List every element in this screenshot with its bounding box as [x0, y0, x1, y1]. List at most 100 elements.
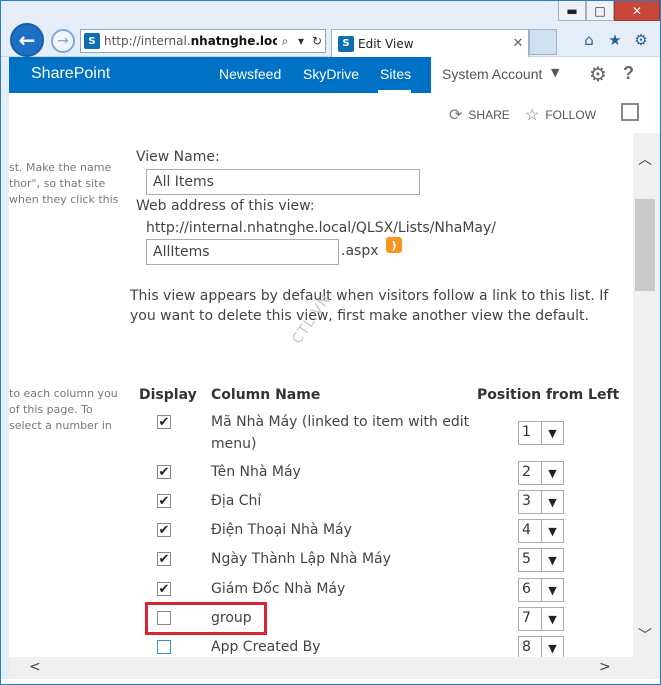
chevron-down-icon[interactable]: ▼	[541, 579, 563, 601]
display-header: Display	[139, 387, 197, 403]
follow-button[interactable]: ☆ FOLLOW	[525, 105, 596, 125]
edit-view-form: st. Make the name thor", so that site wh…	[9, 133, 633, 657]
position-value: 8	[522, 639, 531, 655]
rss-icon[interactable]: )	[386, 237, 402, 253]
sharepoint-brand[interactable]: SharePoint	[31, 65, 110, 83]
refresh-icon[interactable]: ↻	[309, 34, 325, 48]
web-address-url: http://internal.nhatnghe.local/QLSX/List…	[146, 220, 496, 236]
browser-chrome: ▬ □ ✕ ← → S http://internal.nhatnghe.loc…	[1, 1, 660, 57]
focus-on-content-icon[interactable]	[621, 103, 639, 121]
position-select[interactable]: 4 ▼	[518, 519, 564, 543]
close-window-button[interactable]: ✕	[614, 1, 660, 21]
caret-down-icon[interactable]: ▼	[551, 66, 559, 79]
suite-bar: SharePoint Newsfeed SkyDrive Sites Syste…	[9, 57, 660, 93]
side-line: to each column you	[9, 387, 118, 400]
address-url: http://internal.nhatnghe.local/C	[104, 34, 277, 48]
side-line: thor", so that site	[9, 177, 106, 190]
chevron-down-icon[interactable]: ▼	[541, 608, 563, 630]
follow-label: FOLLOW	[545, 108, 597, 122]
display-checkbox[interactable]	[157, 640, 171, 654]
position-select[interactable]: 3 ▼	[518, 490, 564, 514]
chevron-down-icon[interactable]: ▾	[293, 34, 309, 48]
close-tab-icon[interactable]: ✕	[508, 36, 528, 51]
page-name-input[interactable]: AllItems	[146, 239, 339, 265]
view-name-label: View Name:	[136, 149, 220, 165]
scroll-right-icon[interactable]: >	[599, 659, 611, 675]
position-select[interactable]: 7 ▼	[518, 607, 564, 631]
home-icon[interactable]: ⌂	[580, 31, 598, 49]
left-edge	[1, 57, 9, 679]
sharepoint-favicon-icon: S	[338, 35, 354, 52]
new-tab-button[interactable]	[529, 29, 557, 55]
side-description-columns: to each column you of this page. To sele…	[9, 386, 129, 434]
user-menu[interactable]: System Account	[442, 66, 542, 82]
nav-newsfeed[interactable]: Newsfeed	[219, 66, 281, 82]
nav-skydrive[interactable]: SkyDrive	[303, 66, 359, 82]
display-checkbox[interactable]: ✔	[157, 523, 171, 537]
position-value: 3	[522, 493, 531, 509]
star-outline-icon: ☆	[525, 107, 540, 124]
forward-button[interactable]: →	[51, 29, 75, 53]
address-bar[interactable]: S http://internal.nhatnghe.local/C ⌕ ▾ ↻	[80, 29, 326, 53]
column-name: App Created By	[211, 639, 321, 655]
page-actions-bar: ⟳ SHARE ☆ FOLLOW	[9, 93, 660, 133]
scroll-left-icon[interactable]: <	[29, 659, 41, 675]
browser-window: ▬ □ ✕ ← → S http://internal.nhatnghe.loc…	[0, 0, 661, 685]
position-value: 5	[522, 551, 531, 567]
display-checkbox[interactable]: ✔	[157, 552, 171, 566]
back-button[interactable]: ←	[10, 23, 44, 57]
position-select[interactable]: 1 ▼	[518, 421, 564, 445]
display-checkbox[interactable]: ✔	[157, 494, 171, 508]
default-view-note: This view appears by default when visito…	[130, 288, 609, 324]
maximize-button[interactable]: □	[586, 1, 614, 21]
position-value: 1	[522, 424, 531, 440]
vertical-scrollbar[interactable]: ︿ ﹀	[633, 133, 660, 657]
share-button[interactable]: ⟳ SHARE	[449, 105, 510, 125]
scroll-thumb[interactable]	[635, 199, 655, 291]
gear-icon[interactable]: ⚙	[632, 31, 650, 49]
share-icon: ⟳	[449, 107, 463, 124]
position-select[interactable]: 5 ▼	[518, 548, 564, 572]
display-checkbox[interactable]: ✔	[157, 582, 171, 596]
display-checkbox[interactable]: ✔	[157, 465, 171, 479]
column-name: Giám Đốc Nhà Máy	[211, 581, 346, 597]
minimize-button[interactable]: ▬	[558, 1, 586, 21]
position-header: Position from Left	[477, 387, 620, 403]
user-area: System Account ▼ ⚙ ?	[431, 57, 660, 93]
chevron-down-icon[interactable]: ▼	[541, 549, 563, 571]
position-select[interactable]: 6 ▼	[518, 578, 564, 602]
scroll-up-icon[interactable]: ︿	[638, 149, 652, 169]
column-name: Điện Thoại Nhà Máy	[211, 522, 352, 538]
chevron-down-icon[interactable]: ▼	[541, 637, 563, 657]
scroll-down-icon[interactable]: ﹀	[638, 625, 652, 645]
sharepoint-favicon-icon: S	[84, 33, 100, 49]
highlight-box	[145, 602, 267, 635]
page-extension: .aspx	[341, 243, 379, 259]
display-checkbox[interactable]: ✔	[157, 415, 171, 429]
arrow-left-icon: ←	[18, 28, 36, 52]
column-name: Địa Chỉ	[211, 493, 262, 509]
chevron-down-icon[interactable]: ▼	[541, 422, 563, 444]
help-icon[interactable]: ?	[623, 63, 634, 84]
side-line: when they click this	[9, 193, 119, 206]
tab-edit-view[interactable]: S Edit View ✕	[331, 29, 529, 57]
position-select[interactable]: 2 ▼	[518, 461, 564, 485]
chevron-down-icon[interactable]: ▼	[541, 520, 563, 542]
nav-sites[interactable]: Sites	[380, 66, 411, 82]
scrollbar-corner	[633, 657, 660, 679]
side-line: select a number in	[9, 419, 112, 432]
chevron-down-icon[interactable]: ▼	[541, 491, 563, 513]
view-name-input[interactable]: All Items	[146, 169, 420, 195]
position-value: 7	[522, 610, 531, 626]
chevron-down-icon[interactable]: ▼	[541, 462, 563, 484]
side-description-name: st. Make the name thor", so that site wh…	[9, 160, 129, 208]
position-select[interactable]: 8 ▼	[518, 636, 564, 657]
settings-gear-icon[interactable]: ⚙	[589, 62, 607, 86]
web-address-label: Web address of this view:	[136, 198, 315, 214]
search-icon[interactable]: ⌕	[277, 34, 293, 49]
column-name: Mã Nhà Máy (linked to item with edit men…	[211, 414, 470, 452]
position-value: 4	[522, 522, 531, 538]
horizontal-scrollbar[interactable]: < >	[9, 657, 633, 679]
tab-label: Edit View	[358, 36, 414, 51]
star-icon[interactable]: ★	[606, 31, 624, 49]
